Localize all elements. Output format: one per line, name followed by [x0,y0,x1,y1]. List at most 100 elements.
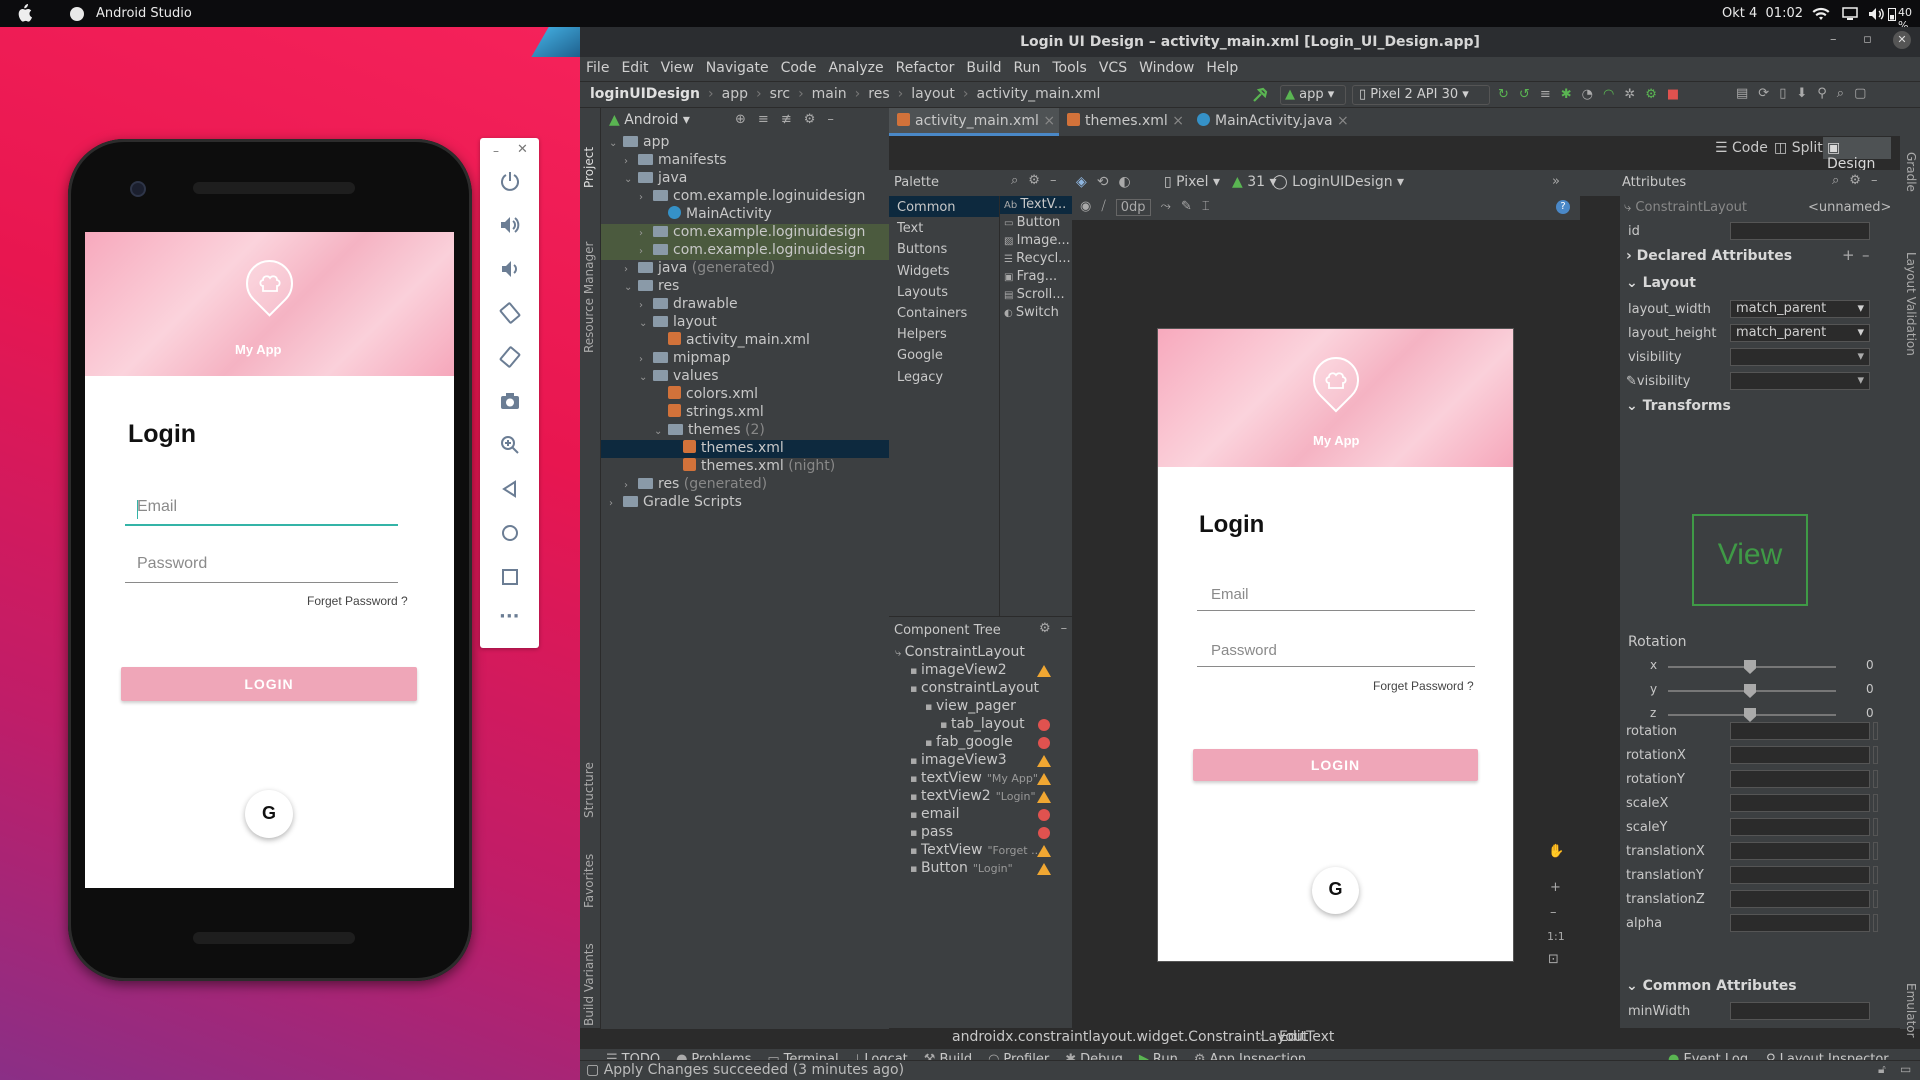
breadcrumb-item[interactable]: res [868,86,889,102]
transform-field-input[interactable] [1730,866,1870,884]
tree-item[interactable]: › manifests [601,152,889,170]
menu-refactor[interactable]: Refactor [896,60,955,76]
tree-item[interactable]: › com.example.loginuidesign [601,188,889,206]
maximize-window-icon[interactable]: ▫ [1863,32,1872,47]
component-tree-item[interactable]: ⤷ ConstraintLayout [889,644,1072,662]
clear-constraints-icon[interactable]: ⤳ [1161,199,1171,216]
attributes-gear-icon[interactable]: ⚙ [1849,173,1861,188]
palette-category-legacy[interactable]: Legacy [889,366,999,387]
transform-field-picker[interactable] [1873,914,1878,932]
api-level-dropdown[interactable]: ▲ 31 ▾ [1232,174,1277,190]
menu-tools[interactable]: Tools [1052,60,1087,76]
error-icon[interactable] [1038,809,1050,821]
build-variants-tool-tab[interactable]: Build Variants [582,926,596,1026]
expand-arrow-icon[interactable]: › [639,228,653,239]
tree-item[interactable]: ⌄ themes (2) [601,422,889,440]
tree-item[interactable]: › drawable [601,296,889,314]
palette-item[interactable]: ▭ Button [1000,214,1073,232]
tree-item[interactable]: ⌄ res [601,278,889,296]
run-config-dropdown[interactable]: ▲ app ▾ [1280,85,1346,105]
palette-search-icon[interactable]: ⌕ [1011,173,1018,188]
menu-navigate[interactable]: Navigate [706,60,769,76]
password-field[interactable]: Password [125,555,398,583]
menu-build[interactable]: Build [966,60,1001,76]
menu-vcs[interactable]: VCS [1099,60,1127,76]
help-icon[interactable]: ? [1556,200,1570,214]
breadcrumb-item[interactable]: layout [911,86,955,102]
menu-view[interactable]: View [661,60,694,76]
visibility-dropdown[interactable]: ▾ [1730,348,1870,366]
menu-help[interactable]: Help [1206,60,1238,76]
component-tree-item[interactable]: ▪ view_pager [889,698,1072,716]
default-margin-field[interactable]: 0dp [1115,199,1151,216]
overview-icon[interactable] [499,566,521,588]
emulator-screen[interactable]: My App Login Email Password Forget Passw… [85,232,454,888]
volume-down-icon[interactable] [499,258,521,280]
rotation-slider-thumb[interactable] [1744,660,1756,674]
layout-preview[interactable]: My App Login Email Password Forget Passw… [1157,328,1514,962]
minimize-icon[interactable]: – [493,144,499,158]
tree-item[interactable]: › Gradle Scripts [601,494,889,512]
palette-category-common[interactable]: Common [889,196,999,217]
menu-code[interactable]: Code [781,60,817,76]
zoom-fit-icon[interactable]: ⊡ [1548,952,1559,967]
min-width-input[interactable] [1730,1002,1870,1020]
expand-arrow-icon[interactable]: › [639,354,653,365]
split-view-button[interactable]: ◫ Split [1774,140,1823,156]
layout-height-dropdown[interactable]: match_parent ▾ [1730,324,1870,342]
tree-item[interactable]: ⌄ app [601,134,889,152]
expand-arrow-icon[interactable]: › [639,300,653,311]
tree-item[interactable]: themes.xml (night) [601,458,889,476]
error-icon[interactable] [1038,827,1050,839]
tree-item[interactable]: › com.example.loginuidesign [601,224,889,242]
expand-arrow-icon[interactable]: › [624,156,638,167]
zoom-actual-icon[interactable]: 1:1 [1547,930,1565,943]
code-view-button[interactable]: ☰ Code [1715,140,1768,156]
project-tool-tab[interactable]: Project [582,108,596,188]
menu-run[interactable]: Run [1014,60,1041,76]
tab-main-activity[interactable]: MainActivity.java × [1197,108,1357,136]
rotation-slider-thumb[interactable] [1744,708,1756,722]
app-name[interactable]: Android Studio [96,6,192,21]
expand-arrow-icon[interactable]: › [609,498,623,509]
component-tree-gear-icon[interactable]: ⚙ [1039,621,1051,636]
close-icon[interactable]: ✕ [517,142,528,157]
locate-icon[interactable]: ⊕ [735,112,746,127]
network-icon[interactable] [1842,7,1858,21]
apply-changes-icon[interactable]: ↺ [1519,87,1530,102]
palette-category-widgets[interactable]: Widgets [889,260,999,281]
stop-icon[interactable]: ■ [1667,87,1679,102]
component-tree-item[interactable]: ▪ constraintLayout [889,680,1072,698]
remove-attribute-icon[interactable]: – [1862,246,1870,264]
preview-login-button[interactable]: LOGIN [1193,749,1478,781]
palette-item[interactable]: ▤ Scroll... [1000,286,1073,304]
orientation-icon[interactable]: ⟲ [1097,174,1109,190]
lock-icon[interactable]: 🔓︎ [1878,1062,1886,1077]
attach-icon[interactable]: ⚙ [1645,87,1657,102]
palette-item[interactable]: ◐ Switch [1000,304,1073,322]
palette-category-layouts[interactable]: Layouts [889,281,999,302]
preview-forget-password[interactable]: Forget Password ? [1373,679,1474,693]
palette-category-helpers[interactable]: Helpers [889,323,999,344]
tree-item[interactable]: MainActivity [601,206,889,224]
transform-field-picker[interactable] [1873,890,1878,908]
sdk-manager-icon[interactable]: ⬇ [1796,86,1807,101]
infer-constraints-icon[interactable]: ✎ [1181,199,1192,216]
volume-icon[interactable] [1868,7,1886,21]
tree-item[interactable]: ⌄ values [601,368,889,386]
id-input[interactable] [1730,222,1870,240]
power-icon[interactable] [499,170,521,192]
menu-file[interactable]: File [586,60,609,76]
error-icon[interactable] [1038,737,1050,749]
warning-icon[interactable] [1037,791,1051,803]
palette-category-buttons[interactable]: Buttons [889,238,999,259]
breadcrumb-item[interactable]: src [770,86,790,102]
palette-category-google[interactable]: Google [889,344,999,365]
rotate-left-icon[interactable] [499,302,521,324]
transform-field-picker[interactable] [1873,818,1878,836]
expand-arrow-icon[interactable]: › [639,192,653,203]
breadcrumb-item[interactable]: loginUIDesign [590,86,700,102]
home-icon[interactable] [499,522,521,544]
rotate-right-icon[interactable] [499,346,521,368]
menu-analyze[interactable]: Analyze [828,60,883,76]
